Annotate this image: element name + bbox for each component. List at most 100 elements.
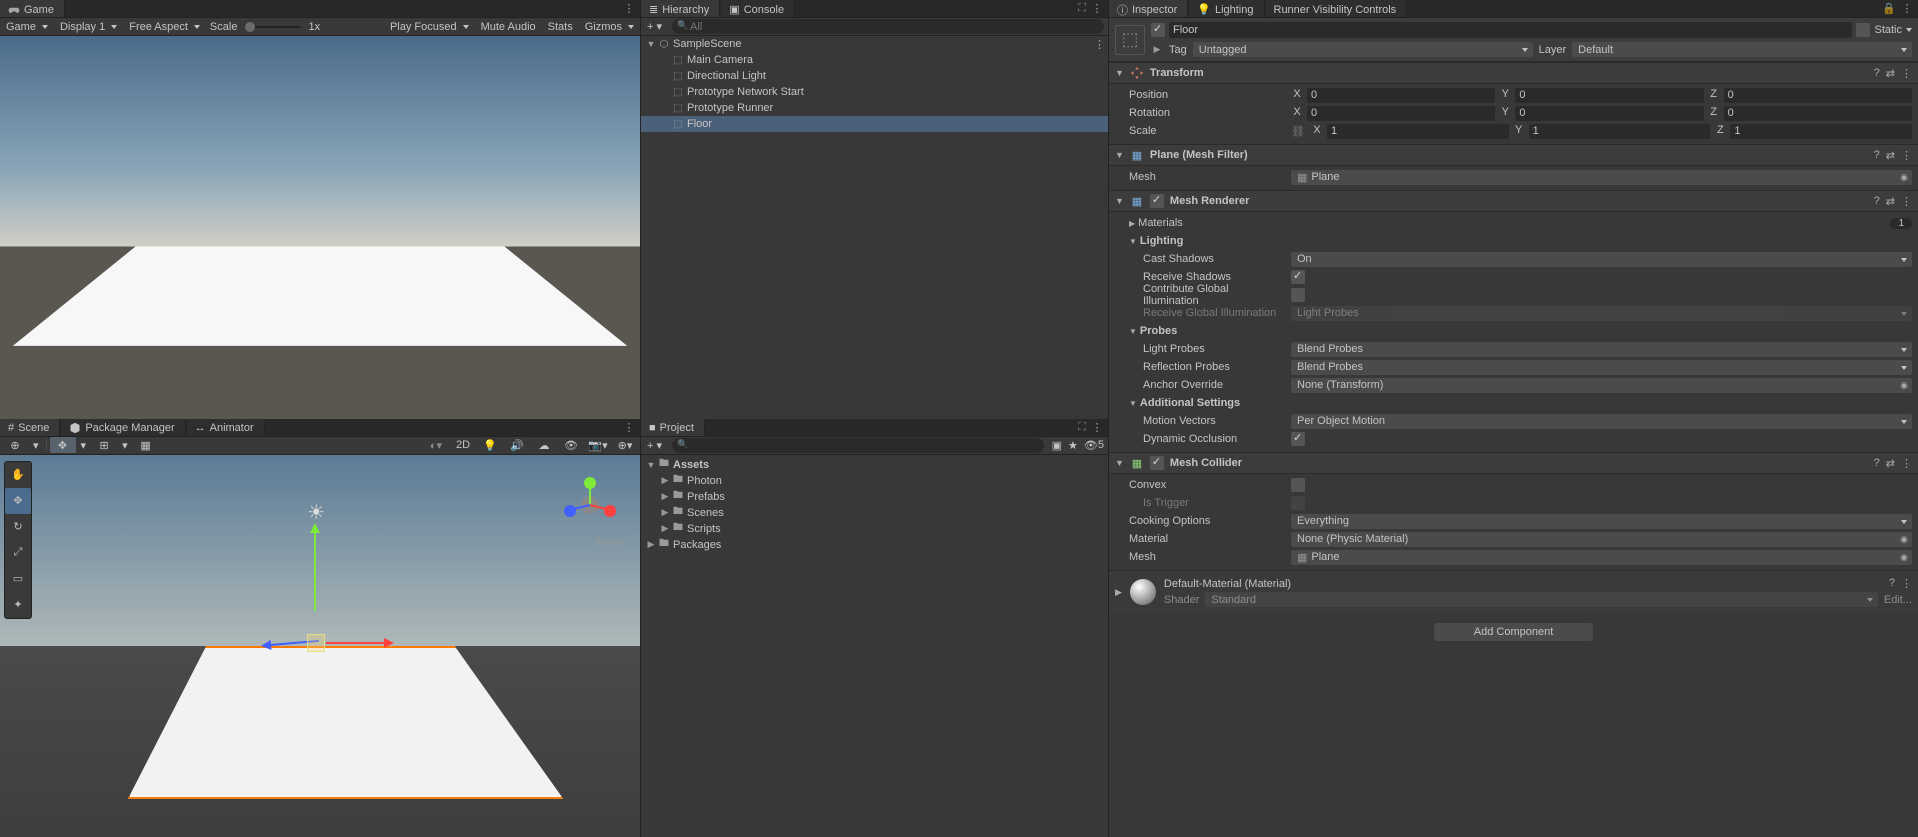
project-folder[interactable]: ▶🖿Photon <box>641 473 1108 489</box>
component-menu-icon[interactable]: ⋮ <box>1901 577 1912 590</box>
game-mode-dropdown[interactable]: Game <box>0 19 54 35</box>
create-dropdown[interactable]: + ▾ <box>641 19 668 35</box>
component-menu-icon[interactable]: ⋮ <box>1901 457 1912 470</box>
preset-icon[interactable]: ⇄ <box>1886 149 1895 162</box>
scale-slider[interactable] <box>245 26 300 28</box>
edit-shader-button[interactable]: Edit... <box>1884 594 1912 606</box>
anchor-override-field[interactable]: None (Transform) <box>1291 378 1912 393</box>
meshcollider-enable-checkbox[interactable] <box>1150 456 1164 470</box>
prefab-fold[interactable]: ▶ <box>1151 44 1163 55</box>
tab-console[interactable]: ▣ Console <box>721 0 795 17</box>
rotation-y-input[interactable] <box>1515 106 1703 121</box>
project-folder[interactable]: ▶🖿Scenes <box>641 505 1108 521</box>
tab-project[interactable]: ■ Project <box>641 419 705 436</box>
tab-runner-visibility[interactable]: Runner Visibility Controls <box>1266 0 1408 17</box>
contribute-gi-checkbox[interactable] <box>1291 288 1305 302</box>
position-z-input[interactable] <box>1724 88 1912 103</box>
reflection-probes-dropdown[interactable]: Blend Probes <box>1291 360 1912 375</box>
meshrenderer-enable-checkbox[interactable] <box>1150 194 1164 208</box>
move-gizmo-center[interactable] <box>307 634 325 652</box>
panel-menu-icon[interactable]: ⋮ <box>622 2 636 15</box>
mute-audio-toggle[interactable]: Mute Audio <box>475 19 542 35</box>
project-folder-packages[interactable]: ▶🖿Packages <box>641 537 1108 553</box>
hidden-icon[interactable]: 👁5 <box>1084 439 1104 452</box>
scale-tool[interactable]: ⤢ <box>5 540 31 566</box>
rect-tool[interactable]: ▭ <box>5 566 31 592</box>
static-toggle[interactable]: Static <box>1856 23 1912 37</box>
tab-scene[interactable]: # Scene <box>0 419 60 436</box>
hierarchy-item[interactable]: ⬚Main Camera <box>641 52 1108 68</box>
panel-menu-icon[interactable]: ⋮ <box>1090 421 1104 434</box>
gizmos-toggle[interactable]: Gizmos <box>579 19 640 35</box>
maximize-icon[interactable]: ⛶ <box>1078 421 1086 434</box>
materials-foldout[interactable]: Materials <box>1115 217 1287 229</box>
fold-icon[interactable]: ▼ <box>1115 196 1124 206</box>
panel-menu-icon[interactable]: ⋮ <box>622 421 636 434</box>
project-folder[interactable]: ▶🖿Scripts <box>641 521 1108 537</box>
cast-shadows-dropdown[interactable]: On <box>1291 252 1912 267</box>
help-icon[interactable]: ? <box>1874 67 1880 79</box>
dynamic-occlusion-checkbox[interactable] <box>1291 432 1305 446</box>
project-folder-assets[interactable]: ▼🖿Assets <box>641 457 1108 473</box>
camera-dropdown[interactable]: 📷▾ <box>585 437 611 453</box>
visibility-toggle[interactable]: 👁 <box>558 437 584 453</box>
help-icon[interactable]: ? <box>1874 195 1880 207</box>
hierarchy-item[interactable]: ⬚Directional Light <box>641 68 1108 84</box>
cooking-options-dropdown[interactable]: Everything <box>1291 514 1912 529</box>
display-dropdown[interactable]: Display 1 <box>54 19 123 35</box>
projection-label[interactable]: Persp <box>596 537 622 548</box>
panel-menu-icon[interactable]: ⋮ <box>1900 2 1914 15</box>
create-dropdown[interactable]: + ▾ <box>641 437 668 453</box>
filter-icon[interactable]: ▣ <box>1052 439 1062 452</box>
tab-animator[interactable]: ↔ Animator <box>187 419 265 436</box>
physic-material-field[interactable]: None (Physic Material) <box>1291 532 1912 547</box>
collider-mesh-field[interactable]: ▦Plane <box>1291 550 1912 565</box>
light-probes-dropdown[interactable]: Blend Probes <box>1291 342 1912 357</box>
add-component-button[interactable]: Add Component <box>1434 623 1594 641</box>
layer-dropdown[interactable]: Default <box>1572 42 1912 57</box>
scene-root[interactable]: ▼ ⬡ SampleScene ⋮ <box>641 36 1108 52</box>
orientation-gizmo[interactable] <box>558 473 622 537</box>
motion-vectors-dropdown[interactable]: Per Object Motion <box>1291 414 1912 429</box>
scale-x-input[interactable] <box>1327 124 1509 139</box>
mesh-object-field[interactable]: ▦Plane <box>1291 170 1912 185</box>
scene-tool-pivot[interactable]: ⊕ <box>2 437 28 453</box>
tag-dropdown[interactable]: Untagged <box>1193 42 1533 57</box>
scene-viewport[interactable]: ✋ ✥ ↻ ⤢ ▭ ✦ Persp <box>0 455 640 837</box>
help-icon[interactable]: ? <box>1889 577 1895 590</box>
preset-icon[interactable]: ⇄ <box>1886 457 1895 470</box>
component-menu-icon[interactable]: ⋮ <box>1901 149 1912 162</box>
game-viewport[interactable] <box>0 36 640 419</box>
move-gizmo-y[interactable] <box>314 531 316 611</box>
position-y-input[interactable] <box>1515 88 1703 103</box>
rotation-z-input[interactable] <box>1724 106 1912 121</box>
lighting-foldout[interactable]: Lighting <box>1115 235 1287 247</box>
transform-tool[interactable]: ✦ <box>5 592 31 618</box>
receive-shadows-checkbox[interactable] <box>1291 270 1305 284</box>
tab-game[interactable]: Game <box>0 0 65 17</box>
move-tool[interactable]: ✥ <box>5 488 31 514</box>
light-toggle[interactable]: 💡 <box>477 437 503 453</box>
move-gizmo-x[interactable] <box>326 642 386 644</box>
scene-tool-snap[interactable]: ▦ <box>133 437 159 453</box>
component-menu-icon[interactable]: ⋮ <box>1901 67 1912 80</box>
gizmos-dropdown[interactable]: ⊕▾ <box>612 437 638 453</box>
gameobject-type-icon[interactable]: ⬚ <box>1115 25 1145 55</box>
play-focused-dropdown[interactable]: Play Focused <box>384 19 475 35</box>
material-fold[interactable]: ▶ <box>1115 587 1122 598</box>
hierarchy-search-input[interactable] <box>672 19 1104 34</box>
help-icon[interactable]: ? <box>1874 457 1880 469</box>
draw-mode-dropdown[interactable]: ◐▾ <box>423 437 449 453</box>
tab-hierarchy[interactable]: ≣ Hierarchy <box>641 0 720 17</box>
scene-menu-icon[interactable]: ⋮ <box>1094 38 1108 51</box>
hierarchy-item[interactable]: ⬚Prototype Network Start <box>641 84 1108 100</box>
fold-icon[interactable]: ▼ <box>1115 458 1124 468</box>
tab-package-manager[interactable]: Package Manager <box>61 419 185 436</box>
aspect-dropdown[interactable]: Free Aspect <box>123 19 206 35</box>
constrain-scale-icon[interactable]: ⛓ <box>1291 125 1305 138</box>
preset-icon[interactable]: ⇄ <box>1886 195 1895 208</box>
additional-settings-foldout[interactable]: Additional Settings <box>1115 397 1287 409</box>
hierarchy-item-selected[interactable]: ⬚Floor <box>641 116 1108 132</box>
rotation-x-input[interactable] <box>1307 106 1495 121</box>
tab-lighting[interactable]: 💡 Lighting <box>1189 0 1264 17</box>
